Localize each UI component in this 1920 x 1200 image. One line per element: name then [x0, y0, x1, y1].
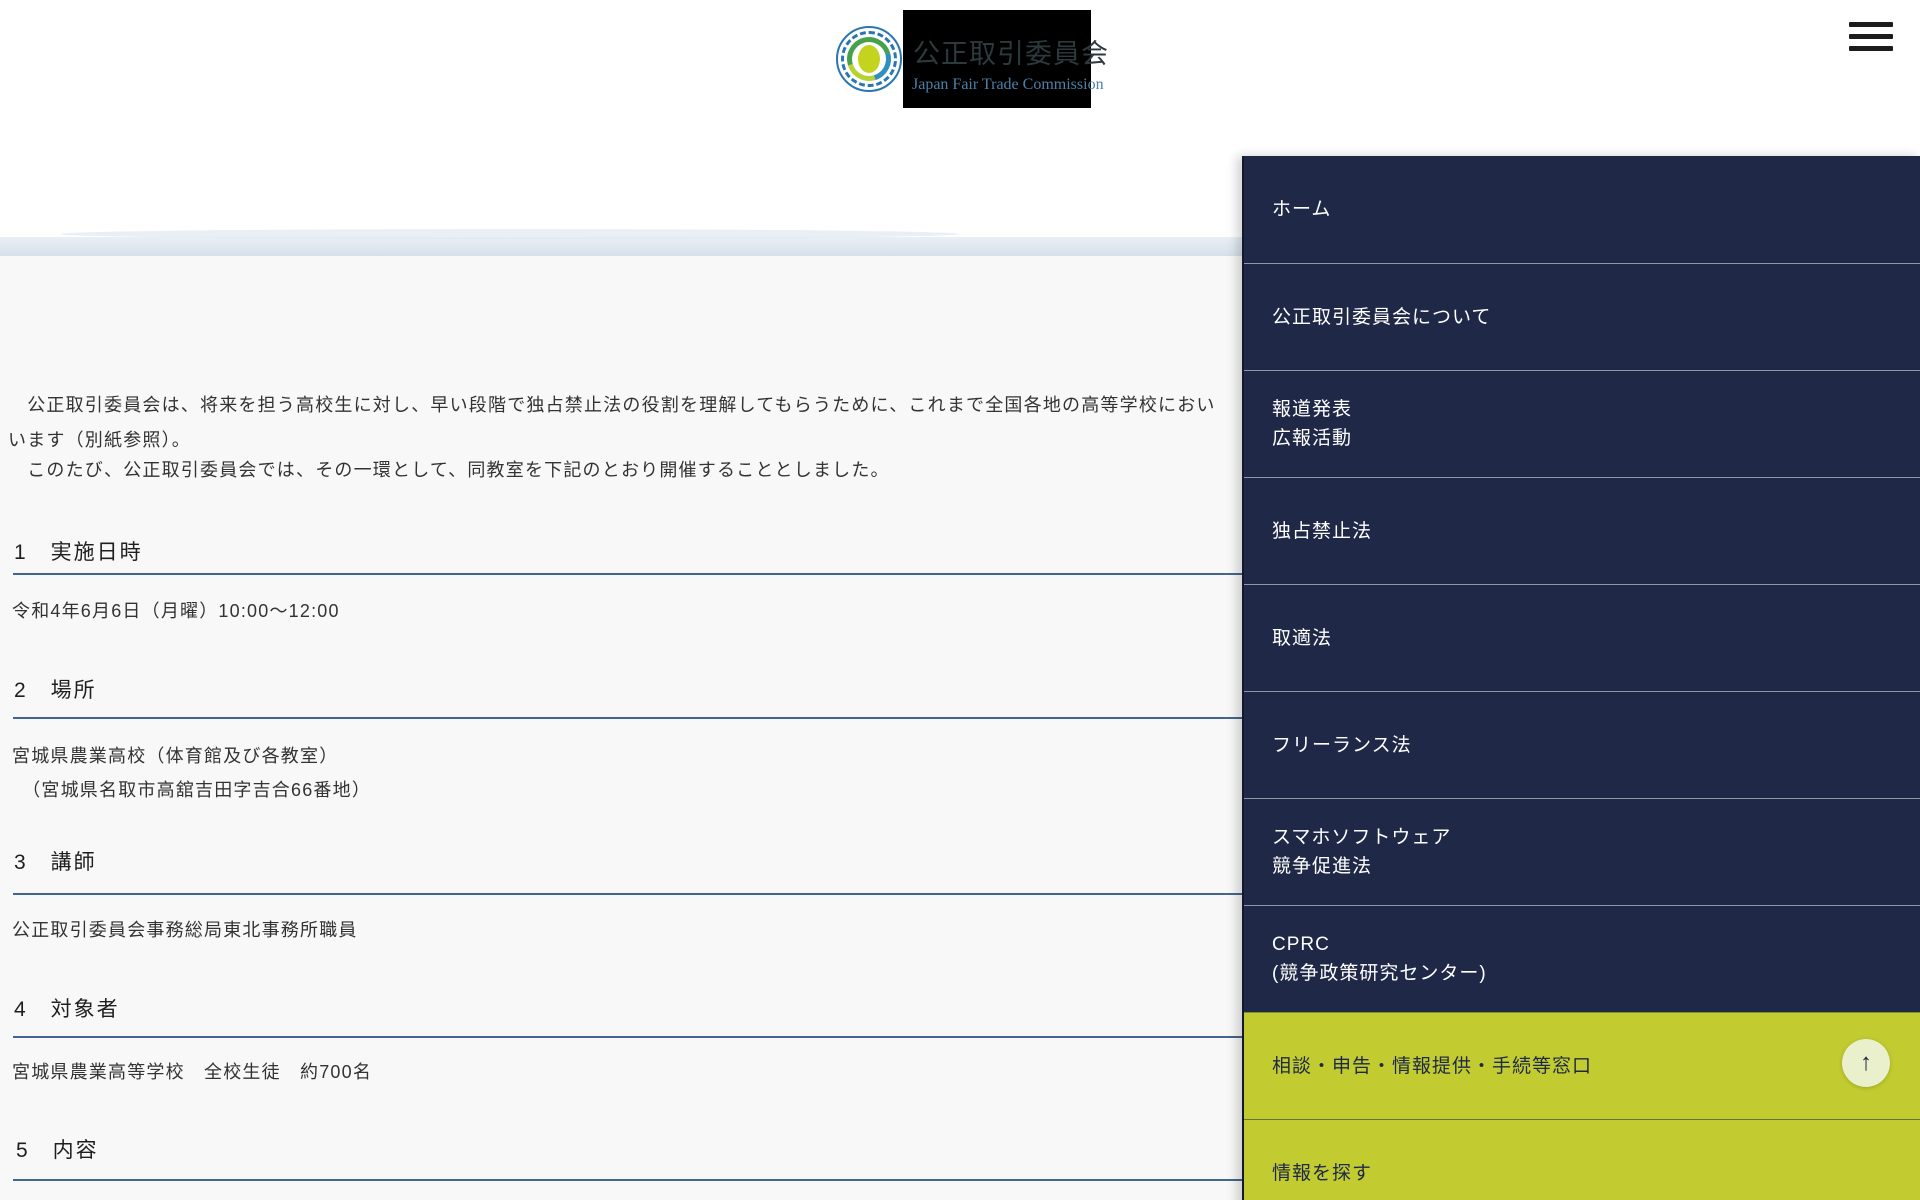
section-2-heading: 2 場所 — [14, 679, 97, 702]
scroll-to-top-button[interactable]: ↑ — [1842, 1039, 1890, 1087]
menu-item-cprc[interactable]: CPRC (競争政策研究センター) — [1244, 905, 1920, 1012]
section-2-body-line-2: （宮城県名取市高舘吉田字吉合66番地） — [12, 780, 372, 800]
menu-item-press-pr[interactable]: 報道発表 広報活動 — [1244, 370, 1920, 477]
logo-text-block: 公正取引委員会 Japan Fair Trade Commission — [903, 10, 1108, 108]
section-2-body-line-1: 宮城県農業高校（体育館及び各教室） — [12, 746, 339, 766]
menu-item-label: (競争政策研究センター) — [1272, 963, 1487, 984]
menu-item-freelance-act[interactable]: フリーランス法 — [1244, 691, 1920, 798]
menu-item-label: 報道発表 — [1272, 399, 1353, 420]
side-menu: ホーム 公正取引委員会について 報道発表 広報活動 独占禁止法 取適法 フリーラ… — [1242, 156, 1920, 1200]
intro-line-3: このたび、公正取引委員会では、その一環として、同教室を下記のとおり開催することと… — [8, 460, 890, 480]
menu-item-label: ホーム — [1272, 199, 1332, 220]
section-1-body: 令和4年6月6日（月曜）10:00～12:00 — [12, 601, 340, 621]
jftc-logo[interactable]: 公正取引委員会 Japan Fair Trade Commission — [833, 10, 1108, 108]
intro-line-1: 公正取引委員会は、将来を担う高校生に対し、早い段階で独占禁止法の役割を理解しても… — [8, 395, 1216, 415]
up-arrow-icon: ↑ — [1860, 1049, 1872, 1076]
menu-item-antimonopoly-act[interactable]: 独占禁止法 — [1244, 477, 1920, 584]
section-5-heading: 5 内容 — [16, 1139, 99, 1162]
menu-item-subcontract-act[interactable]: 取適法 — [1244, 584, 1920, 691]
menu-item-label: 競争促進法 — [1272, 856, 1373, 877]
section-1-heading: 1 実施日時 — [14, 541, 143, 564]
menu-item-label: スマホソフトウェア — [1272, 827, 1452, 848]
section-4-body: 宮城県農業高等学校 全校生徒 約700名 — [12, 1062, 373, 1082]
menu-item-consultation-report-desk[interactable]: 相談・申告・情報提供・手続等窓口 — [1244, 1012, 1920, 1119]
page: 公正取引委員会 Japan Fair Trade Commission 公正取引… — [0, 0, 1920, 1200]
section-3-body: 公正取引委員会事務総局東北事務所職員 — [12, 920, 358, 940]
menu-item-label: 情報を探す — [1272, 1162, 1373, 1184]
hamburger-menu-icon[interactable] — [1849, 22, 1893, 52]
menu-item-label: 相談・申告・情報提供・手続等窓口 — [1272, 1055, 1593, 1077]
menu-item-label: フリーランス法 — [1272, 734, 1412, 756]
menu-item-label: 公正取引委員会について — [1272, 306, 1492, 328]
menu-item-label: 広報活動 — [1272, 428, 1353, 449]
menu-item-label: 独占禁止法 — [1272, 520, 1373, 542]
logo-title-ja: 公正取引委員会 — [913, 39, 1109, 69]
jftc-emblem-icon — [833, 10, 903, 108]
section-3-heading: 3 講師 — [14, 851, 97, 874]
menu-item-label: CPRC — [1272, 934, 1330, 955]
logo-title-en: Japan Fair Trade Commission — [912, 76, 1104, 93]
menu-item-label: 取適法 — [1272, 627, 1333, 649]
section-4-heading: 4 対象者 — [14, 998, 120, 1021]
intro-line-2: います（別紙参照）。 — [8, 430, 191, 450]
menu-item-smartphone-software-act[interactable]: スマホソフトウェア 競争促進法 — [1244, 798, 1920, 905]
menu-item-find-information[interactable]: 情報を探す — [1244, 1119, 1920, 1200]
menu-item-home[interactable]: ホーム — [1244, 156, 1920, 263]
menu-item-about-jftc[interactable]: 公正取引委員会について — [1244, 263, 1920, 370]
